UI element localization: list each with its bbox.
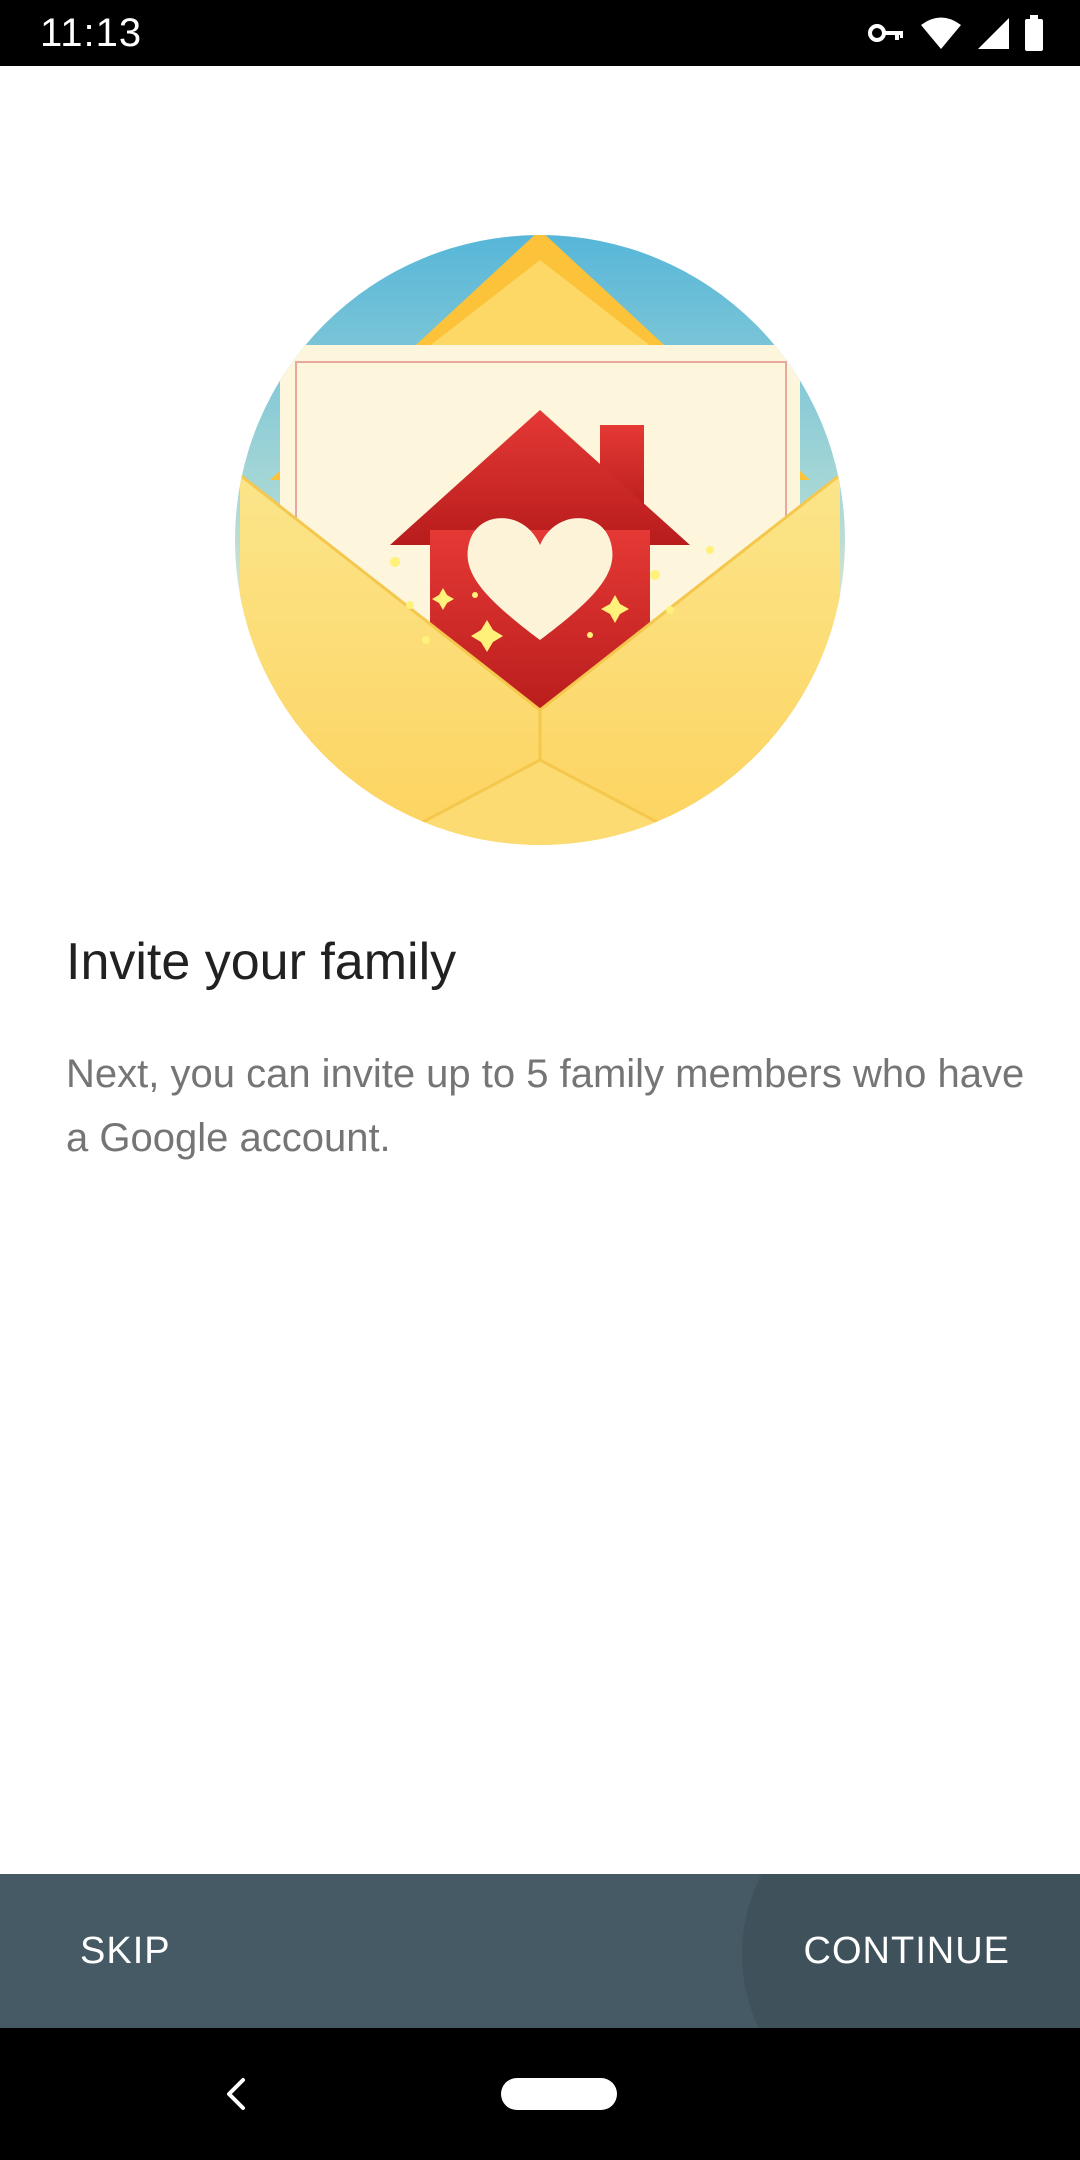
skip-button[interactable]: SKIP [50, 1910, 201, 1992]
status-time: 11:13 [40, 11, 143, 55]
status-bar: 11:13 [0, 0, 1080, 66]
vpn-key-icon [868, 22, 906, 44]
back-icon[interactable] [206, 2064, 266, 2124]
status-icons [868, 14, 1044, 52]
page-title: Invite your family [66, 933, 457, 991]
system-nav-bar [0, 2028, 1080, 2160]
page-description: Next, you can invite up to 5 family memb… [66, 1052, 1025, 1160]
continue-button[interactable]: CONTINUE [774, 1910, 1040, 1992]
battery-icon [1024, 15, 1044, 51]
invite-illustration [230, 210, 850, 850]
wifi-icon [920, 16, 962, 50]
cell-signal-icon [976, 16, 1010, 50]
action-bar: SKIP CONTINUE [0, 1874, 1080, 2028]
home-pill-icon[interactable] [501, 2078, 617, 2110]
